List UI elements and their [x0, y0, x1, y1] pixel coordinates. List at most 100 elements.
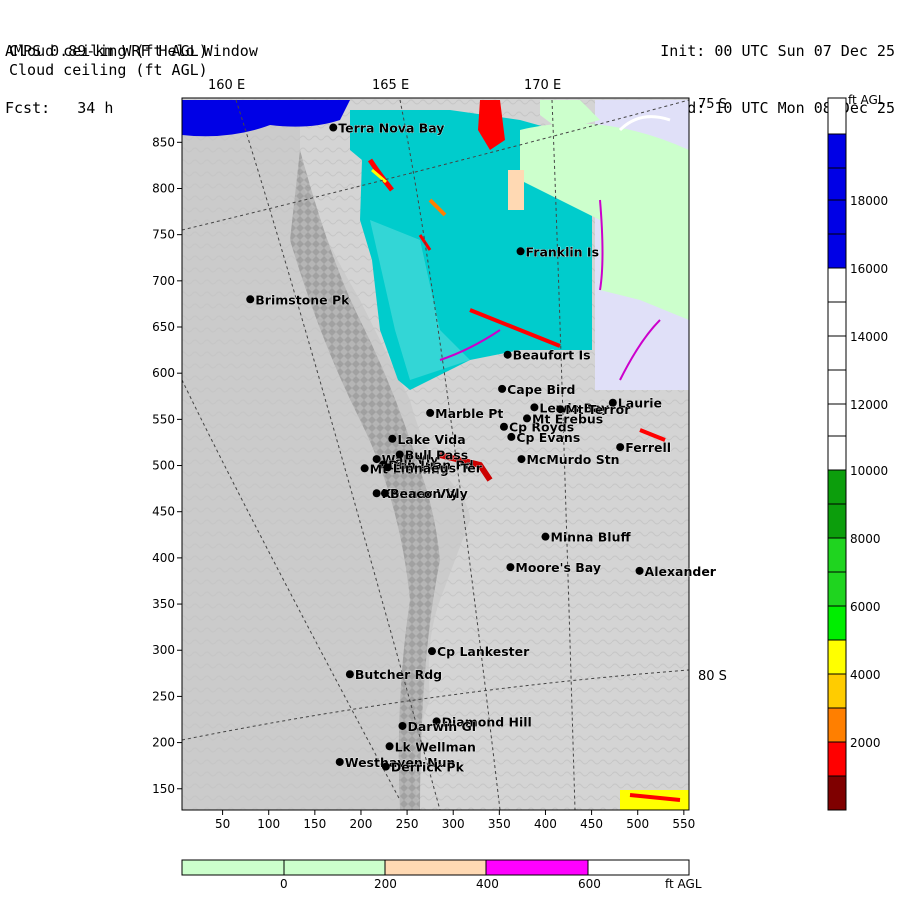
place-marker: Terra Nova Bay: [329, 120, 445, 136]
place-dot: [503, 350, 512, 359]
y-tick-label: 150: [152, 782, 175, 796]
place-dot: [507, 432, 516, 441]
bottom-label-400: 400: [476, 877, 499, 891]
place-marker: Derrick Pk: [381, 759, 465, 775]
place-label: Beacon Vly: [390, 486, 468, 501]
place-dot: [499, 422, 508, 431]
colorbar-label-6000: 6000: [850, 600, 881, 614]
place-label: Cape Bird: [507, 382, 575, 397]
place-marker: Franklin Is: [516, 244, 599, 260]
place-dot: [426, 408, 435, 417]
place-marker: Marble Pt: [426, 406, 504, 421]
place-label: Linnaeus Ter: [393, 460, 483, 475]
y-tick-label: 700: [152, 274, 175, 288]
place-marker: Lk Wellman: [385, 739, 476, 755]
place-dot: [335, 757, 344, 766]
place-label: Ferrell: [625, 440, 671, 455]
place-label: Brimstone Pk: [255, 292, 350, 307]
bottom-bin-3: [384, 859, 487, 876]
bottom-bin-5: [587, 859, 690, 876]
y-tick-label: 750: [152, 228, 175, 242]
place-label: Alexander: [645, 564, 717, 579]
place-dot: [381, 762, 390, 771]
colorbar-bin-5000-6000: [827, 605, 847, 641]
place-dot: [530, 403, 539, 412]
place-dot: [388, 434, 397, 443]
colorbar-bin-4000-5000: [827, 639, 847, 675]
place-label: Terra Nova Bay: [338, 121, 444, 136]
place-dot: [380, 489, 389, 498]
x-tick-label: 500: [626, 817, 649, 831]
place-dot: [427, 647, 436, 656]
lon-label-165: 165 E: [372, 78, 409, 93]
place-label: Cp Lankester: [437, 644, 530, 659]
x-tick-label: 450: [580, 817, 603, 831]
colorbar-bin-2000-3000: [827, 707, 847, 743]
bottom-bin-2: [283, 859, 386, 876]
lon-labels: 160 E 165 E 170 E: [208, 78, 561, 93]
colorbar-label-10000: 10000: [850, 464, 888, 478]
place-label: Cp Evans: [516, 430, 580, 445]
lat-label-75s: 75 S: [698, 97, 727, 112]
x-tick-label: 300: [442, 817, 465, 831]
place-dot: [383, 463, 392, 472]
y-tick-label: 200: [152, 736, 175, 750]
bottom-bin-1: [181, 859, 285, 876]
y-tick-label: 800: [152, 181, 175, 195]
place-marker: Alexander: [635, 564, 717, 579]
y-tick-label: 250: [152, 689, 175, 703]
place-dot: [345, 670, 354, 679]
place-label: McMurdo Stn: [526, 452, 619, 467]
colorbar-bin-top: [827, 97, 847, 135]
place-dot: [541, 532, 550, 541]
place-marker: Cp Evans: [507, 430, 581, 445]
colorbar-bin-10000-16000: [827, 267, 847, 471]
place-label: Butcher Rdg: [355, 667, 442, 682]
lon-label-170: 170 E: [524, 78, 561, 93]
place-marker: Butcher Rdg: [345, 667, 442, 683]
place-dot: [523, 414, 532, 423]
place-dot: [506, 563, 515, 572]
lon-label-160: 160 E: [208, 78, 245, 93]
colorbar-label-14000: 14000: [850, 330, 888, 344]
colorbar-label-18000: 18000: [850, 194, 888, 208]
y-tick-label: 550: [152, 412, 175, 426]
place-dot: [360, 464, 369, 473]
y-axis-ticks: 850 800 750 700 650 600 550 500 450 400 350 300 250 2…: [152, 135, 182, 796]
colorbar-label-8000: 8000: [850, 532, 881, 546]
place-marker: Darwin Gl: [398, 719, 476, 734]
bottom-bin-4: [485, 859, 589, 876]
place-dot: [329, 123, 338, 132]
place-dot: [635, 566, 644, 575]
colorbar-unit: ft AGL: [848, 93, 885, 107]
place-marker: Beaufort Is: [503, 347, 591, 363]
place-marker: Ferrell: [616, 440, 671, 455]
place-label: Marble Pt: [435, 406, 503, 421]
colorbar-bin-0-1000: [827, 775, 847, 811]
y-tick-label: 850: [152, 135, 175, 149]
place-label: Mt Erebus: [532, 411, 603, 426]
place-dot: [498, 384, 507, 393]
place-dot: [246, 295, 255, 304]
x-tick-label: 200: [350, 817, 373, 831]
place-marker: Linnaeus Ter: [383, 460, 483, 476]
place-marker: Lake Vida: [388, 431, 466, 447]
colorbar-label-4000: 4000: [850, 668, 881, 682]
bottom-unit: ft AGL: [665, 877, 702, 891]
y-tick-label: 600: [152, 366, 175, 380]
place-marker: Mt Erebus: [523, 411, 604, 427]
place-label: Derrick Pk: [391, 760, 465, 775]
place-marker: Beacon Vly: [380, 486, 468, 502]
lat-labels: 75 S 80 S: [698, 97, 727, 684]
place-dot: [517, 455, 526, 464]
place-label: Moore's Bay: [515, 560, 601, 575]
y-tick-label: 650: [152, 320, 175, 334]
place-label: Lake Vida: [397, 432, 465, 447]
colorbar: ft AGL 18000 16000 14000 12000 10000 800…: [827, 93, 888, 811]
place-dot: [398, 721, 407, 730]
x-tick-label: 400: [534, 817, 557, 831]
place-marker: Brimstone Pk: [246, 292, 350, 308]
colorbar-label-12000: 12000: [850, 398, 888, 412]
bottom-label-200: 200: [374, 877, 397, 891]
bottom-label-0: 0: [280, 877, 288, 891]
